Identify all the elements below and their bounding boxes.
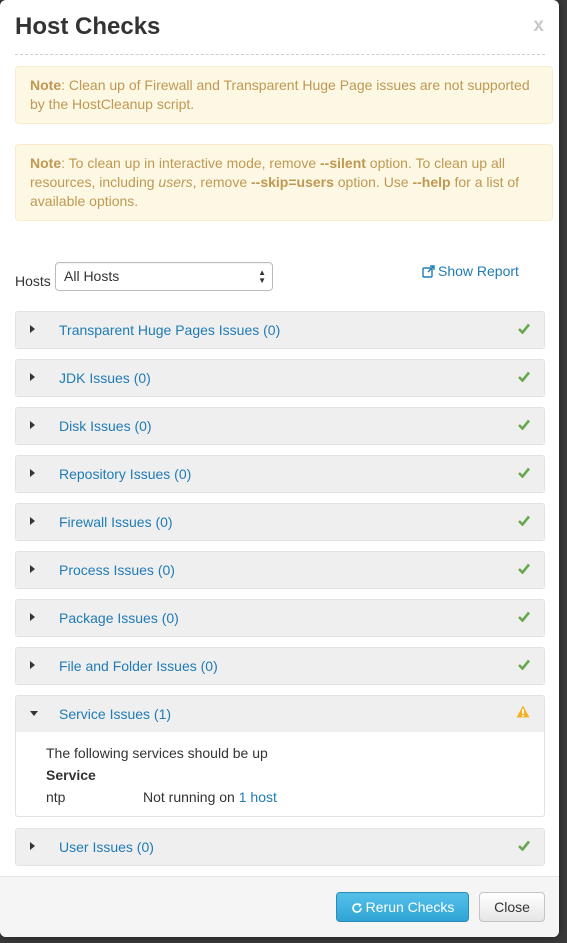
caret-right-icon xyxy=(30,373,35,381)
check-icon xyxy=(518,561,531,579)
panel-title[interactable]: Service Issues (1) xyxy=(59,706,171,722)
caret-down-icon xyxy=(30,711,38,716)
note-text: option. Use xyxy=(333,174,413,190)
modal-body: Note: Clean up of Firewall and Transpare… xyxy=(0,52,559,876)
panel-header[interactable]: JDK Issues (0) xyxy=(16,360,544,396)
host-checks-modal: Host Checks x Note: Clean up of Firewall… xyxy=(0,0,559,937)
check-icon xyxy=(518,321,531,339)
caret-right-icon xyxy=(30,517,35,525)
caret-right-icon xyxy=(30,565,35,573)
service-row: ntp Not running on 1 host xyxy=(46,786,514,808)
service-column-header: Service xyxy=(46,767,96,783)
caret-right-icon xyxy=(30,613,35,621)
issue-panel: Transparent Huge Pages Issues (0) xyxy=(15,311,545,349)
note-alert-cleanup: Note: Clean up of Firewall and Transpare… xyxy=(15,66,553,124)
note-text: : Clean up of Firewall and Transparent H… xyxy=(30,77,530,112)
panel-header[interactable]: Disk Issues (0) xyxy=(16,408,544,444)
check-icon xyxy=(518,369,531,387)
note-alert-interactive: Note: To clean up in interactive mode, r… xyxy=(15,144,553,221)
hosts-label: Hosts xyxy=(15,273,51,289)
check-icon xyxy=(518,417,531,435)
panel-header[interactable]: Firewall Issues (0) xyxy=(16,504,544,540)
panel-title[interactable]: Package Issues (0) xyxy=(59,610,179,626)
issue-panel: JDK Issues (0) xyxy=(15,359,545,397)
note-label: Note xyxy=(30,155,62,171)
service-message: The following services should be up xyxy=(46,745,268,761)
rerun-label: Rerun Checks xyxy=(365,899,455,915)
rerun-checks-button[interactable]: Rerun Checks xyxy=(336,892,469,922)
panel-title[interactable]: Disk Issues (0) xyxy=(59,418,152,434)
issue-panel: Firewall Issues (0) xyxy=(15,503,545,541)
note-label: Note xyxy=(30,77,62,93)
users-term: users xyxy=(158,174,193,190)
check-icon xyxy=(518,838,531,856)
panel-title[interactable]: Process Issues (0) xyxy=(59,562,175,578)
host-link[interactable]: 1 host xyxy=(239,789,277,805)
close-icon[interactable]: x xyxy=(533,16,544,36)
panel-title[interactable]: Firewall Issues (0) xyxy=(59,514,173,530)
issue-panel: File and Folder Issues (0) xyxy=(15,647,545,685)
issue-panel: User Issues (0) xyxy=(15,828,545,866)
skip-users-option: --skip=users xyxy=(251,174,334,190)
panel-title[interactable]: User Issues (0) xyxy=(59,839,154,855)
note-text: , remove xyxy=(192,174,251,190)
check-icon xyxy=(518,465,531,483)
panel-header[interactable]: Transparent Huge Pages Issues (0) xyxy=(16,312,544,348)
issue-panel: Package Issues (0) xyxy=(15,599,545,637)
caret-right-icon xyxy=(30,469,35,477)
caret-right-icon xyxy=(30,421,35,429)
service-name: ntp xyxy=(46,789,66,805)
modal-footer: Rerun Checks Close xyxy=(0,876,559,937)
caret-right-icon xyxy=(30,842,35,850)
show-report-label: Show Report xyxy=(438,263,519,279)
panel-header[interactable]: Package Issues (0) xyxy=(16,600,544,636)
divider xyxy=(15,52,545,55)
check-icon xyxy=(518,657,531,675)
panel-title[interactable]: Repository Issues (0) xyxy=(59,466,191,482)
issue-panel: Repository Issues (0) xyxy=(15,455,545,493)
show-report-link[interactable]: Show Report xyxy=(422,263,519,279)
hosts-select-value: All Hosts xyxy=(64,268,120,284)
panel-title[interactable]: Transparent Huge Pages Issues (0) xyxy=(59,322,280,338)
panel-header[interactable]: Service Issues (1) xyxy=(16,696,544,732)
modal-title: Host Checks xyxy=(15,13,161,40)
help-option: --help xyxy=(412,174,451,190)
refresh-icon xyxy=(351,903,362,913)
note-text: : To clean up in interactive mode, remov… xyxy=(61,155,321,171)
panel-title[interactable]: File and Folder Issues (0) xyxy=(59,658,218,674)
select-arrows-icon: ▲ ▼ xyxy=(258,268,266,285)
issue-panel: Process Issues (0) xyxy=(15,551,545,589)
caret-right-icon xyxy=(30,661,35,669)
check-icon xyxy=(518,609,531,627)
service-status: Not running on xyxy=(143,789,239,805)
caret-right-icon xyxy=(30,325,35,333)
warning-icon xyxy=(516,705,530,723)
panel-header[interactable]: Repository Issues (0) xyxy=(16,456,544,492)
panel-header[interactable]: User Issues (0) xyxy=(16,829,544,865)
issue-panel: Service Issues (1) The following services… xyxy=(15,695,545,817)
close-button[interactable]: Close xyxy=(479,892,545,922)
silent-option: --silent xyxy=(320,155,366,171)
issue-panel: Disk Issues (0) xyxy=(15,407,545,445)
panel-header[interactable]: File and Folder Issues (0) xyxy=(16,648,544,684)
check-icon xyxy=(518,513,531,531)
panel-header[interactable]: Process Issues (0) xyxy=(16,552,544,588)
modal-header: Host Checks x xyxy=(0,0,559,52)
external-link-icon xyxy=(422,265,435,278)
panel-body: The following services should be up Servi… xyxy=(16,732,544,816)
hosts-select[interactable]: All Hosts ▲ ▼ xyxy=(55,262,273,291)
panel-title[interactable]: JDK Issues (0) xyxy=(59,370,151,386)
